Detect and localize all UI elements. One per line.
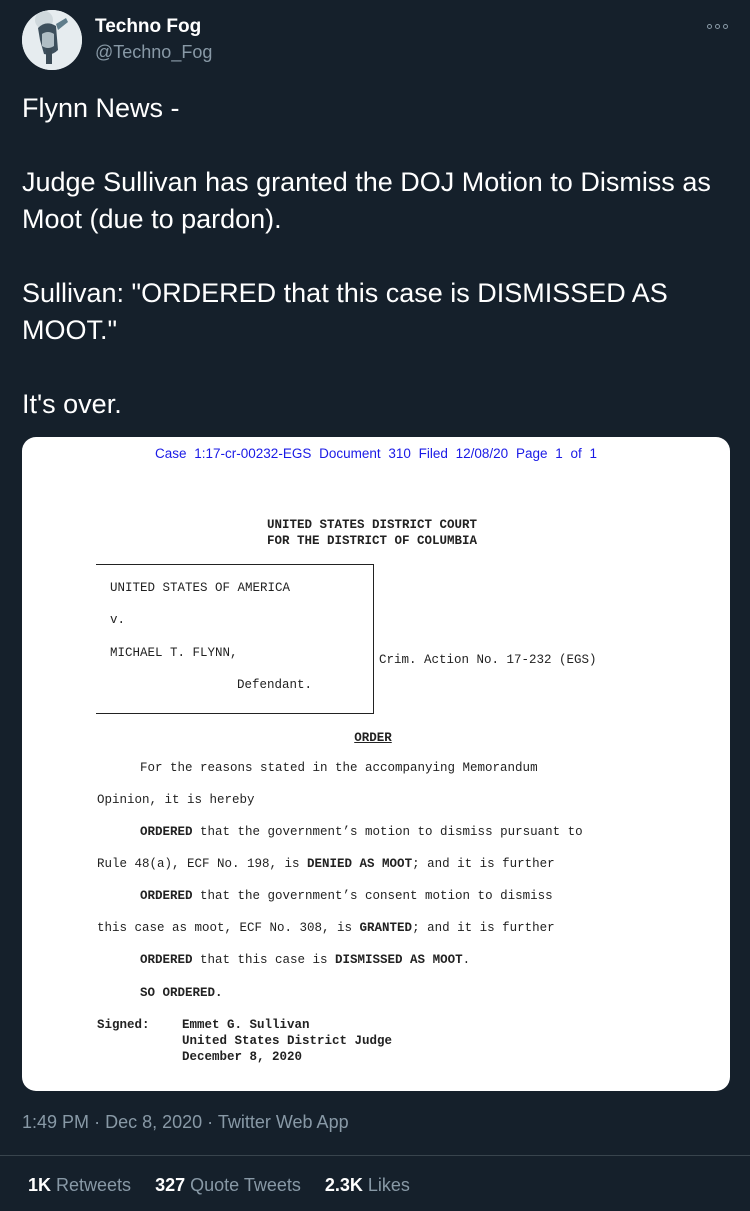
defendant-name: MICHAEL T. FLYNN,	[110, 646, 238, 660]
so-ordered: SO ORDERED.	[140, 986, 223, 1000]
signed-label: Signed:	[97, 1018, 150, 1032]
signer-title: United States District Judge	[182, 1034, 393, 1048]
order-text: that the government’s consent motion to …	[192, 889, 553, 903]
order-title: ORDER	[354, 731, 392, 745]
document-case-header: Case 1:17-cr-00232-EGS Document 310 File…	[155, 446, 597, 461]
court-title-line: UNITED STATES DISTRICT COURT	[266, 518, 478, 532]
plaintiff: UNITED STATES OF AMERICA	[110, 581, 291, 595]
more-options-icon[interactable]	[702, 16, 732, 36]
order-text-line: Rule 48(a), ECF No. 198, is DENIED AS MO…	[97, 857, 555, 871]
meta-separator: ·	[207, 1112, 214, 1132]
tweet-time[interactable]: 1:49 PM	[22, 1112, 89, 1132]
order-bold-text: GRANTED	[359, 921, 413, 935]
divider	[0, 1155, 750, 1156]
quotes-label: Quote Tweets	[190, 1175, 301, 1195]
retweets-label: Retweets	[56, 1175, 132, 1195]
order-text: this case as moot, ECF No. 308, is	[97, 921, 360, 935]
tweet-line: Flynn News -	[22, 93, 180, 123]
likes-stat[interactable]: 2.3K Likes	[325, 1175, 410, 1196]
order-text: Rule 48(a), ECF No. 198, is	[97, 857, 308, 871]
order-text-line: Opinion, it is hereby	[97, 793, 255, 807]
order-text: ; and it is further	[412, 921, 555, 935]
tweet-line: Judge Sullivan has granted the DOJ Motio…	[22, 167, 711, 234]
so-ordered-text: SO ORDERED.	[140, 986, 223, 1000]
court-title-line: FOR THE DISTRICT OF COLUMBIA	[266, 534, 478, 548]
attached-document-image[interactable]: Case 1:17-cr-00232-EGS Document 310 File…	[22, 437, 730, 1091]
signed-date: December 8, 2020	[182, 1050, 303, 1064]
order-text-line: For the reasons stated in the accompanyi…	[140, 761, 538, 775]
order-bold-text: DISMISSED AS MOOT	[335, 953, 463, 967]
signer-name: Emmet G. Sullivan	[182, 1018, 310, 1032]
order-text-line: ORDERED that the government’s motion to …	[140, 825, 583, 839]
order-text: that this case is	[192, 953, 336, 967]
tweet-line: It's over.	[22, 389, 122, 419]
likes-label: Likes	[367, 1175, 410, 1195]
tweet-stats: 1K Retweets 327 Quote Tweets 2.3K Likes	[28, 1175, 410, 1196]
likes-count: 2.3K	[324, 1175, 363, 1195]
order-text: ; and it is further	[412, 857, 555, 871]
source-app[interactable]: Twitter Web App	[218, 1112, 349, 1132]
more-dot	[722, 23, 728, 29]
defendant-label: Defendant.	[237, 678, 313, 692]
order-text: .	[462, 953, 471, 967]
versus: v.	[110, 613, 126, 627]
meta-separator: ·	[94, 1112, 101, 1132]
order-text: that the government’s motion to dismiss …	[192, 825, 583, 839]
court-title: UNITED STATES DISTRICT COURT FOR THE DIS…	[22, 517, 722, 549]
order-text-line: this case as moot, ECF No. 308, is GRANT…	[97, 921, 555, 935]
quotes-count: 327	[155, 1175, 186, 1195]
tweet-date[interactable]: Dec 8, 2020	[105, 1112, 202, 1132]
ordered-word: ORDERED	[140, 889, 193, 903]
author-name[interactable]: Techno Fog	[95, 16, 201, 38]
order-text-line: ORDERED that the government’s consent mo…	[140, 889, 553, 903]
tweet: Techno Fog @Techno_Fog Flynn News - Judg…	[0, 0, 750, 1211]
avatar[interactable]	[22, 10, 82, 70]
more-dot	[714, 23, 720, 29]
tweet-text: Flynn News - Judge Sullivan has granted …	[22, 90, 732, 423]
tweet-meta: 1:49 PM · Dec 8, 2020 · Twitter Web App	[22, 1112, 349, 1133]
ordered-word: ORDERED	[140, 825, 193, 839]
more-dot	[706, 23, 712, 29]
tweet-line: Sullivan: "ORDERED that this case is DIS…	[22, 278, 668, 345]
author-handle[interactable]: @Techno_Fog	[95, 42, 212, 63]
quote-tweets-stat[interactable]: 327 Quote Tweets	[155, 1175, 301, 1196]
avatar-image	[22, 10, 82, 70]
order-text-line: ORDERED that this case is DISMISSED AS M…	[140, 953, 470, 967]
order-bold-text: DENIED AS MOOT	[307, 857, 413, 871]
criminal-action-number: Crim. Action No. 17-232 (EGS)	[379, 653, 597, 667]
ordered-word: ORDERED	[140, 953, 193, 967]
retweets-stat[interactable]: 1K Retweets	[28, 1175, 131, 1196]
retweets-count: 1K	[28, 1175, 52, 1195]
